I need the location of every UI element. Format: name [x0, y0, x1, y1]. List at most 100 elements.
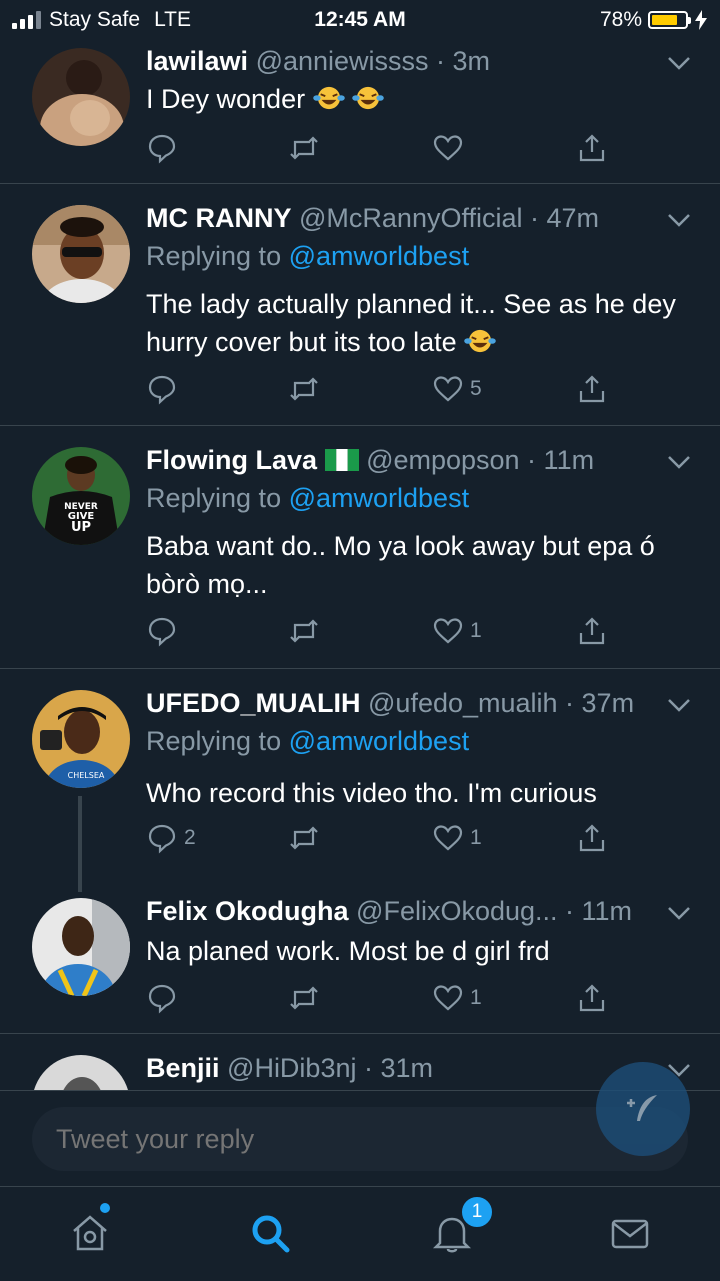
- retweet-button[interactable]: [288, 132, 326, 164]
- author-name[interactable]: lawilawi: [146, 46, 248, 76]
- chevron-down-icon[interactable]: [666, 50, 692, 76]
- chevron-down-icon[interactable]: [666, 692, 692, 718]
- heart-icon: [433, 376, 463, 402]
- like-button[interactable]: 5: [432, 373, 482, 405]
- like-button[interactable]: 1: [432, 822, 482, 854]
- author-handle[interactable]: @McRannyOfficial · 47m: [299, 203, 599, 233]
- reply-feed[interactable]: lawilawi @anniewissss · 3m I Dey wonder: [0, 40, 720, 1090]
- retweet-button[interactable]: [288, 982, 326, 1014]
- retweet-icon: [290, 377, 318, 401]
- bottom-tab-bar: 1: [0, 1186, 720, 1281]
- reply-icon: [148, 134, 176, 164]
- author-handle[interactable]: @ufedo_mualih · 37m: [368, 688, 634, 718]
- author-handle[interactable]: @anniewissss · 3m: [256, 46, 490, 76]
- heart-icon: [433, 825, 463, 851]
- tweet-text: I Dey wonder: [146, 80, 680, 118]
- tweet[interactable]: NEVER GIVE UP Flowing Lava @empopson · 1…: [0, 425, 720, 669]
- laughing-tears-emoji-icon: [464, 329, 496, 353]
- share-button[interactable]: [576, 132, 608, 164]
- author-name[interactable]: Felix Okodugha: [146, 896, 349, 926]
- share-icon: [579, 984, 605, 1012]
- chevron-down-icon[interactable]: [666, 900, 692, 926]
- avatar[interactable]: CHELSEA: [32, 690, 130, 788]
- author-name[interactable]: Benjii: [146, 1053, 220, 1083]
- tweet-actions: 5: [146, 373, 626, 409]
- retweet-icon: [290, 619, 318, 643]
- author-handle[interactable]: @FelixOkodug... · 11m: [356, 896, 632, 926]
- retweet-button[interactable]: [288, 615, 326, 647]
- reply-button[interactable]: [146, 132, 184, 164]
- avatar[interactable]: [32, 1055, 130, 1090]
- retweet-button[interactable]: [288, 373, 326, 405]
- retweet-icon: [290, 986, 318, 1010]
- share-button[interactable]: [576, 822, 608, 854]
- tweet-thread[interactable]: CHELSEA UFEDO_MUALIH @ufedo_mualih · 37m…: [0, 668, 720, 1034]
- reply-icon: [148, 824, 176, 854]
- tweet-text-content: The lady actually planned it... See as h…: [146, 289, 676, 357]
- avatar[interactable]: [32, 48, 130, 146]
- reply-button[interactable]: [146, 373, 184, 405]
- laughing-tears-emoji-icon: [312, 86, 345, 110]
- like-count: 1: [470, 986, 482, 1009]
- tweet[interactable]: lawilawi @anniewissss · 3m I Dey wonder: [0, 40, 720, 184]
- share-icon: [579, 134, 605, 162]
- chevron-down-icon[interactable]: [666, 449, 692, 475]
- tab-search[interactable]: [248, 1211, 292, 1255]
- replying-to-handle[interactable]: @amworldbest: [289, 483, 469, 513]
- tweet[interactable]: MC RANNY @McRannyOfficial · 47m Replying…: [0, 183, 720, 426]
- retweet-button[interactable]: [288, 822, 326, 854]
- tweet-text: The lady actually planned it... See as h…: [146, 285, 680, 361]
- like-button[interactable]: 1: [432, 615, 482, 647]
- svg-text:CHELSEA: CHELSEA: [68, 771, 105, 780]
- tweet-actions: [146, 132, 626, 168]
- envelope-icon: [611, 1219, 649, 1249]
- replying-to: Replying to @amworldbest: [146, 726, 469, 757]
- svg-text:UP: UP: [71, 520, 91, 535]
- reply-icon: [148, 375, 176, 405]
- replying-to-handle[interactable]: @amworldbest: [289, 726, 469, 756]
- battery-fill: [652, 15, 677, 25]
- avatar[interactable]: NEVER GIVE UP: [32, 447, 130, 545]
- reply-icon: [148, 984, 176, 1014]
- tab-messages[interactable]: [608, 1211, 652, 1255]
- home-icon: [73, 1215, 107, 1251]
- replying-to: Replying to @amworldbest: [146, 483, 469, 514]
- notifications-badge: 1: [460, 1195, 494, 1229]
- replying-to: Replying to @amworldbest: [146, 241, 469, 272]
- avatar[interactable]: [32, 205, 130, 303]
- replying-to-label: Replying to: [146, 726, 282, 756]
- tweet-actions: 2 1: [146, 822, 626, 858]
- battery-icon: [648, 11, 691, 29]
- like-button[interactable]: [432, 132, 470, 164]
- author-handle[interactable]: @HiDib3nj · 31m: [227, 1053, 433, 1083]
- battery-percent: 78%: [599, 8, 642, 31]
- author-name[interactable]: MC RANNY: [146, 203, 292, 233]
- heart-icon: [433, 618, 463, 644]
- share-icon: [579, 375, 605, 403]
- author-name[interactable]: Flowing Lava: [146, 445, 317, 475]
- avatar[interactable]: [32, 898, 130, 996]
- reply-button[interactable]: [146, 615, 184, 647]
- home-new-content-dot: [100, 1203, 110, 1213]
- share-button[interactable]: [576, 373, 608, 405]
- tweet-actions: 1: [146, 615, 626, 651]
- heart-icon: [433, 135, 463, 161]
- replying-to-handle[interactable]: @amworldbest: [289, 241, 469, 271]
- share-button[interactable]: [576, 982, 608, 1014]
- share-button[interactable]: [576, 615, 608, 647]
- retweet-icon: [290, 826, 318, 850]
- author-name[interactable]: UFEDO_MUALIH: [146, 688, 361, 718]
- like-button[interactable]: 1: [432, 982, 482, 1014]
- reply-button[interactable]: [146, 982, 184, 1014]
- heart-icon: [433, 985, 463, 1011]
- chevron-down-icon[interactable]: [666, 207, 692, 233]
- tweet-reply-input[interactable]: [32, 1107, 688, 1171]
- share-icon: [579, 824, 605, 852]
- thread-connector-line: [78, 796, 82, 892]
- reply-button[interactable]: 2: [146, 822, 196, 854]
- tweet-text: Who record this video tho. I'm curious: [146, 778, 597, 808]
- compose-tweet-button[interactable]: [596, 1062, 690, 1156]
- tab-home[interactable]: [68, 1211, 112, 1255]
- status-right: 78%: [600, 8, 708, 32]
- author-handle[interactable]: @empopson · 11m: [366, 445, 594, 475]
